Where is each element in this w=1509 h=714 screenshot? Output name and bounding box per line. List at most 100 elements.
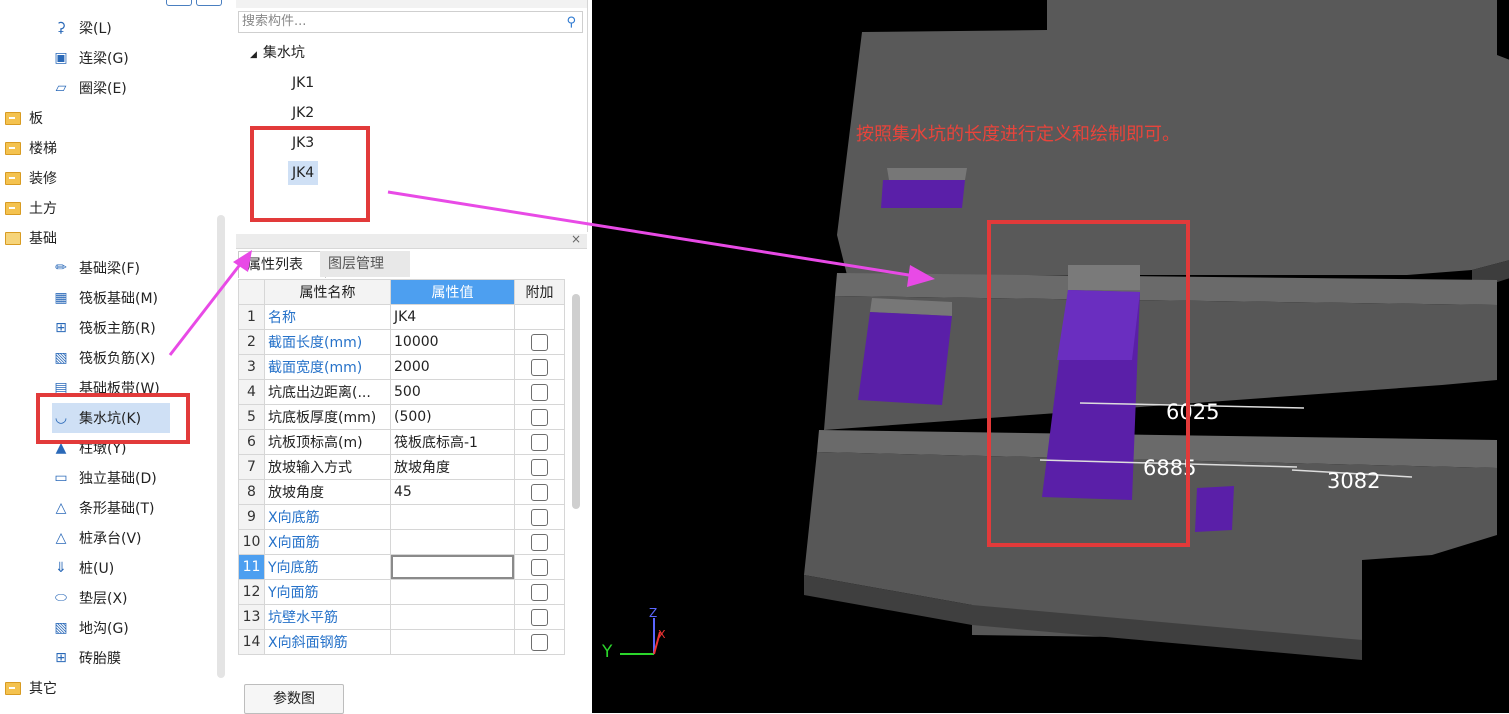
extra-checkbox[interactable] bbox=[531, 358, 548, 376]
table-row[interactable]: 10 X向面筋 bbox=[238, 529, 565, 555]
property-value[interactable]: 筏板底标高-1 bbox=[390, 429, 515, 455]
extra-checkbox[interactable] bbox=[531, 383, 548, 401]
y-axis-label: Y bbox=[602, 642, 613, 662]
extra-checkbox[interactable] bbox=[531, 458, 548, 476]
extra-checkbox[interactable] bbox=[531, 533, 548, 551]
tree-item[interactable]: ▧ 筏板负筋(X) bbox=[52, 343, 212, 373]
tree-item[interactable]: ⊞ 砖胎膜 bbox=[52, 643, 212, 673]
tree-item[interactable]: △ 条形基础(T) bbox=[52, 493, 212, 523]
table-row[interactable]: 3 截面宽度(mm) 2000 bbox=[238, 354, 565, 380]
raft-foundation-icon: ▦ bbox=[54, 290, 68, 306]
tree-item[interactable]: 楼梯 bbox=[4, 133, 204, 163]
tree-item[interactable]: 装修 bbox=[4, 163, 204, 193]
extra-checkbox[interactable] bbox=[531, 508, 548, 526]
table-row[interactable]: 4 坑底出边距离(... 500 bbox=[238, 379, 565, 405]
property-name: 坑底出边距离(... bbox=[264, 379, 391, 405]
table-row[interactable]: 7 放坡输入方式 放坡角度 bbox=[238, 454, 565, 480]
tree-toolbar-button[interactable] bbox=[166, 0, 192, 6]
tree-item[interactable]: △ 桩承台(V) bbox=[52, 523, 212, 553]
property-name: 坑板顶标高(m) bbox=[264, 429, 391, 455]
property-value[interactable]: 45 bbox=[390, 479, 515, 505]
extra-checkbox[interactable] bbox=[531, 408, 548, 426]
tree-item[interactable]: 其它 bbox=[4, 673, 204, 703]
extra-checkbox[interactable] bbox=[531, 483, 548, 501]
tree-item[interactable]: ▧ 地沟(G) bbox=[52, 613, 212, 643]
table-row[interactable]: 5 坑底板厚度(mm) (500) bbox=[238, 404, 565, 430]
pile-cap-icon: △ bbox=[55, 530, 67, 546]
property-value[interactable]: 放坡角度 bbox=[390, 454, 515, 480]
tree-item[interactable]: 土方 bbox=[4, 193, 204, 223]
property-name: X向底筋 bbox=[264, 504, 391, 530]
table-row[interactable]: 9 X向底筋 bbox=[238, 504, 565, 530]
tree-toolbar-button[interactable] bbox=[196, 0, 222, 6]
tree-item[interactable]: ✏ 基础梁(F) bbox=[52, 253, 212, 283]
foundation-beam-icon: ✏ bbox=[55, 260, 67, 276]
table-row[interactable]: 6 坑板顶标高(m) 筏板底标高-1 bbox=[238, 429, 565, 455]
close-icon[interactable]: × bbox=[571, 232, 581, 246]
extra-cell bbox=[514, 529, 565, 555]
search-icon[interactable]: ⚲ bbox=[566, 13, 576, 33]
property-scrollbar[interactable] bbox=[572, 294, 580, 509]
row-number: 8 bbox=[238, 479, 265, 505]
extra-checkbox[interactable] bbox=[531, 608, 548, 626]
table-row[interactable]: 2 截面长度(mm) 10000 bbox=[238, 329, 565, 355]
tab-layer-management[interactable]: 图层管理 bbox=[320, 251, 410, 277]
folder-icon bbox=[4, 199, 22, 217]
tree-item-label: 垫层(X) bbox=[79, 591, 128, 607]
property-value[interactable]: JK4 bbox=[390, 304, 515, 330]
tab-property-list[interactable]: 属性列表 bbox=[238, 251, 326, 278]
property-value[interactable] bbox=[390, 529, 515, 555]
property-value[interactable]: 2000 bbox=[390, 354, 515, 380]
extra-cell bbox=[514, 604, 565, 630]
property-value[interactable] bbox=[390, 554, 515, 580]
sump-pit bbox=[881, 180, 965, 208]
property-name: 坑底板厚度(mm) bbox=[264, 404, 391, 430]
tree-item[interactable]: ⬭ 垫层(X) bbox=[52, 583, 212, 613]
property-value[interactable]: (500) bbox=[390, 404, 515, 430]
extra-checkbox[interactable] bbox=[531, 633, 548, 651]
property-value[interactable] bbox=[390, 629, 515, 655]
property-value[interactable] bbox=[390, 504, 515, 530]
tree-item[interactable]: ⚳ 梁(L) bbox=[52, 13, 212, 43]
table-row[interactable]: 12 Y向面筋 bbox=[238, 579, 565, 605]
tree-item-label: 基础 bbox=[29, 231, 57, 247]
tree-item[interactable]: ▣ 连梁(G) bbox=[52, 43, 212, 73]
tree-scrollbar[interactable] bbox=[217, 215, 225, 678]
x-axis-label: X bbox=[658, 628, 666, 641]
tree-item-label: 筏板负筋(X) bbox=[79, 351, 156, 367]
property-value[interactable] bbox=[390, 604, 515, 630]
table-row[interactable]: 11 Y向底筋 bbox=[238, 554, 565, 580]
tree-item[interactable]: 基础 bbox=[4, 223, 204, 253]
extra-checkbox[interactable] bbox=[531, 558, 548, 576]
list-group-sump-pit[interactable]: ◢ 集水坑 bbox=[250, 41, 305, 65]
extra-cell bbox=[514, 579, 565, 605]
tree-item[interactable]: ▭ 独立基础(D) bbox=[52, 463, 212, 493]
collapse-triangle-icon[interactable]: ◢ bbox=[250, 50, 257, 60]
extra-checkbox[interactable] bbox=[531, 433, 548, 451]
tree-item[interactable]: ▦ 筏板基础(M) bbox=[52, 283, 212, 313]
table-row[interactable]: 8 放坡角度 45 bbox=[238, 479, 565, 505]
highlight-box-3d-pit bbox=[987, 220, 1190, 547]
property-name: 放坡输入方式 bbox=[264, 454, 391, 480]
property-panel: × 属性列表 图层管理 属性名称 属性值 附加 1 名称 JK4 2 截面长度(mm) 1… bbox=[236, 232, 587, 714]
parameter-diagram-button[interactable]: 参数图 bbox=[244, 684, 344, 714]
table-row[interactable]: 14 X向斜面钢筋 bbox=[238, 629, 565, 655]
table-row[interactable]: 1 名称 JK4 bbox=[238, 304, 565, 330]
property-name: X向斜面钢筋 bbox=[264, 629, 391, 655]
search-input[interactable]: 搜索构件... ⚲ bbox=[238, 11, 583, 33]
extra-cell bbox=[514, 479, 565, 505]
list-item[interactable]: JK1 bbox=[292, 71, 314, 95]
table-row[interactable]: 13 坑壁水平筋 bbox=[238, 604, 565, 630]
extra-checkbox[interactable] bbox=[531, 583, 548, 601]
property-value[interactable]: 500 bbox=[390, 379, 515, 405]
tree-item[interactable]: ⊞ 筏板主筋(R) bbox=[52, 313, 212, 343]
property-value[interactable] bbox=[390, 579, 515, 605]
tree-item-label: 圈梁(E) bbox=[79, 81, 127, 97]
tree-item[interactable]: 板 bbox=[4, 103, 204, 133]
property-value[interactable]: 10000 bbox=[390, 329, 515, 355]
tree-item[interactable]: ⇓ 桩(U) bbox=[52, 553, 212, 583]
tree-item[interactable]: ▱ 圈梁(E) bbox=[52, 73, 212, 103]
list-item[interactable]: JK2 bbox=[292, 101, 314, 125]
cushion-layer-icon: ⬭ bbox=[55, 590, 67, 606]
extra-checkbox[interactable] bbox=[531, 333, 548, 351]
